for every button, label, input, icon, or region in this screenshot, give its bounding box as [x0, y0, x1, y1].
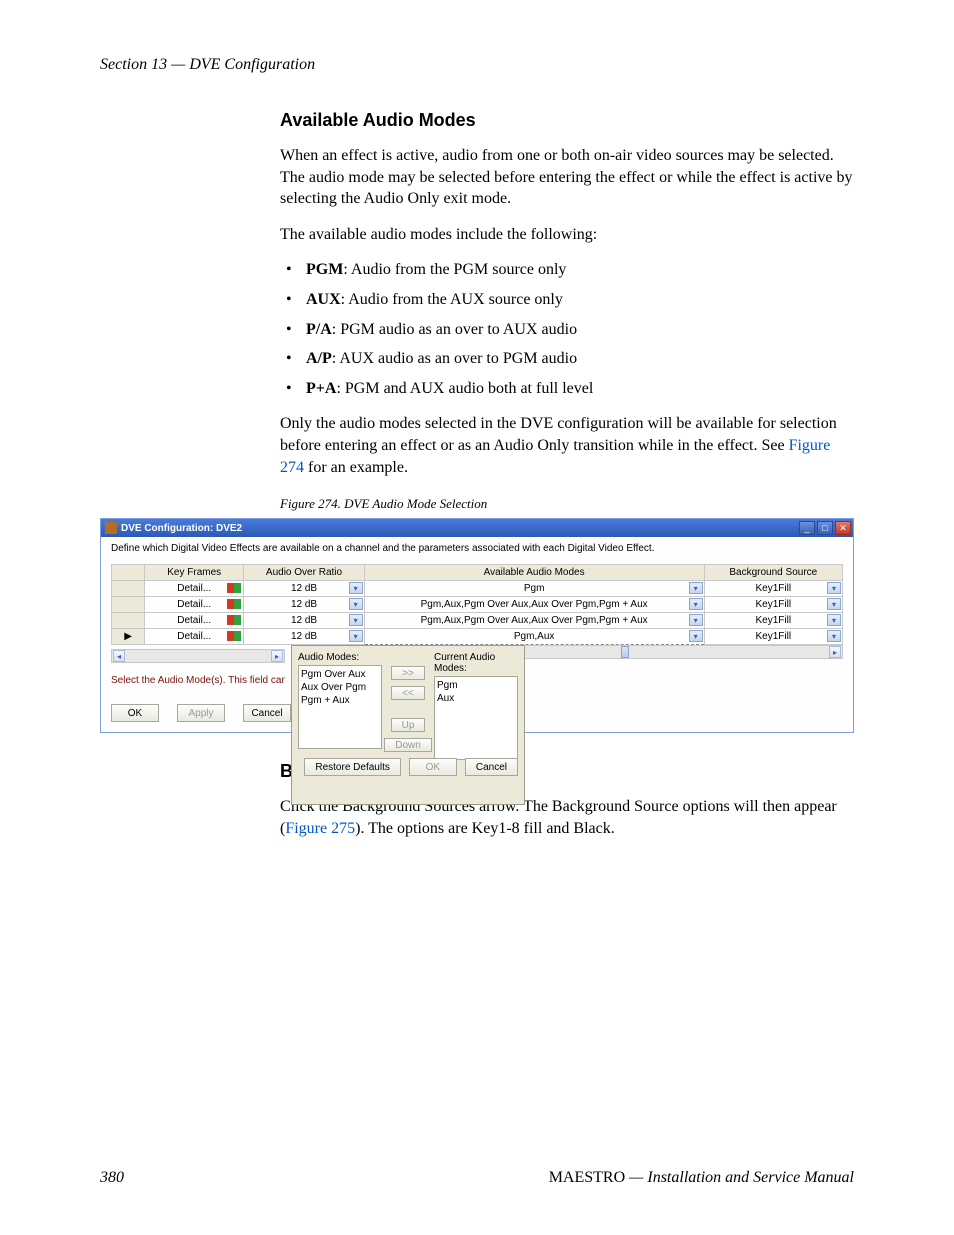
h-scrollbar[interactable]: ◂ ▸	[111, 649, 285, 663]
scroll-left-icon[interactable]: ◂	[113, 650, 125, 662]
table-row[interactable]: Detail... 12 dB Pgm Key1Fill	[112, 581, 843, 597]
window-description: Define which Digital Video Effects are a…	[111, 543, 843, 554]
table-row[interactable]: Detail... 12 dB Pgm,Aux,Pgm Over Aux,Aux…	[112, 613, 843, 629]
down-button[interactable]: Down	[384, 738, 432, 752]
paragraph: When an effect is active, audio from one…	[280, 145, 854, 210]
audio-modes-editor: Audio Modes: Pgm Over Aux Aux Over Pgm P…	[291, 645, 525, 805]
list-item[interactable]: Pgm	[437, 679, 515, 692]
list-item[interactable]: Pgm Over Aux	[301, 668, 379, 681]
figure-275-link[interactable]: Figure 275	[285, 820, 355, 837]
page-number: 380	[100, 1169, 124, 1187]
scrollbar-thumb[interactable]	[621, 646, 629, 658]
scroll-right-icon[interactable]: ▸	[271, 650, 283, 662]
dropdown-icon[interactable]	[349, 630, 363, 642]
dropdown-icon[interactable]	[349, 614, 363, 626]
popout-ok-button[interactable]: OK	[409, 758, 457, 776]
table-row[interactable]: Detail... 12 dB Pgm,Aux,Pgm Over Aux,Aux…	[112, 597, 843, 613]
h-scrollbar-right[interactable]: ▸	[519, 645, 843, 659]
keyframe-chip-icon	[227, 615, 241, 625]
dropdown-icon[interactable]	[827, 582, 841, 594]
current-modes-list[interactable]: Pgm Aux	[434, 676, 518, 760]
close-button[interactable]: ✕	[835, 521, 851, 535]
dve-config-window: DVE Configuration: DVE2 _ □ ✕ Define whi…	[100, 518, 854, 733]
window-titlebar[interactable]: DVE Configuration: DVE2 _ □ ✕	[101, 519, 853, 537]
list-item: PGM: Audio from the PGM source only	[280, 259, 854, 281]
footer-title: MAESTRO — Installation and Service Manua…	[549, 1169, 854, 1187]
audio-modes-list: PGM: Audio from the PGM source only AUX:…	[280, 259, 854, 399]
figure-caption: Figure 274. DVE Audio Mode Selection	[280, 496, 854, 512]
col-modes[interactable]: Available Audio Modes	[364, 565, 704, 581]
col-keyframes[interactable]: Key Frames	[145, 565, 244, 581]
ok-button[interactable]: OK	[111, 704, 159, 722]
list-item[interactable]: Aux	[437, 692, 515, 705]
keyframe-chip-icon	[227, 599, 241, 609]
window-title: DVE Configuration: DVE2	[121, 523, 242, 534]
heading-audio-modes: Available Audio Modes	[280, 110, 854, 131]
maximize-button[interactable]: □	[817, 521, 833, 535]
list-item[interactable]: Aux Over Pgm	[301, 681, 379, 694]
list-item: A/P: AUX audio as an over to PGM audio	[280, 348, 854, 370]
dropdown-icon[interactable]	[689, 582, 703, 594]
list-item: P+A: PGM and AUX audio both at full leve…	[280, 378, 854, 400]
dropdown-icon[interactable]	[827, 630, 841, 642]
table-row[interactable]: ▶ Detail... 12 dB Pgm,Aux Key1Fill	[112, 629, 843, 645]
label-audio-modes: Audio Modes:	[298, 652, 382, 663]
dropdown-icon[interactable]	[349, 582, 363, 594]
col-bg[interactable]: Background Source	[704, 565, 842, 581]
list-item[interactable]: Pgm + Aux	[301, 694, 379, 707]
dropdown-icon[interactable]	[689, 630, 703, 642]
dropdown-icon[interactable]	[827, 598, 841, 610]
dropdown-icon[interactable]	[689, 598, 703, 610]
dve-grid: Key Frames Audio Over Ratio Available Au…	[111, 564, 843, 645]
popout-cancel-button[interactable]: Cancel	[465, 758, 518, 776]
keyframe-chip-icon	[227, 631, 241, 641]
play-icon: ▶	[112, 629, 145, 645]
dropdown-icon[interactable]	[689, 614, 703, 626]
app-icon	[105, 522, 117, 534]
list-item: P/A: PGM audio as an over to AUX audio	[280, 319, 854, 341]
minimize-button[interactable]: _	[799, 521, 815, 535]
up-button[interactable]: Up	[391, 718, 426, 732]
cancel-button[interactable]: Cancel	[243, 704, 291, 722]
paragraph: Only the audio modes selected in the DVE…	[280, 413, 854, 478]
paragraph: The available audio modes include the fo…	[280, 224, 854, 246]
col-ratio[interactable]: Audio Over Ratio	[244, 565, 364, 581]
dropdown-icon[interactable]	[827, 614, 841, 626]
restore-defaults-button[interactable]: Restore Defaults	[304, 758, 400, 776]
label-current-modes: Current Audio Modes:	[434, 652, 518, 674]
add-button[interactable]: >>	[391, 666, 425, 680]
running-header: Section 13 — DVE Configuration	[100, 56, 854, 74]
dropdown-icon[interactable]	[349, 598, 363, 610]
apply-button[interactable]: Apply	[177, 704, 225, 722]
available-modes-list[interactable]: Pgm Over Aux Aux Over Pgm Pgm + Aux	[298, 665, 382, 749]
keyframe-chip-icon	[227, 583, 241, 593]
validation-hint: Select the Audio Mode(s). This field can…	[111, 675, 285, 686]
scroll-right-icon[interactable]: ▸	[829, 646, 841, 658]
remove-button[interactable]: <<	[391, 686, 425, 700]
list-item: AUX: Audio from the AUX source only	[280, 289, 854, 311]
